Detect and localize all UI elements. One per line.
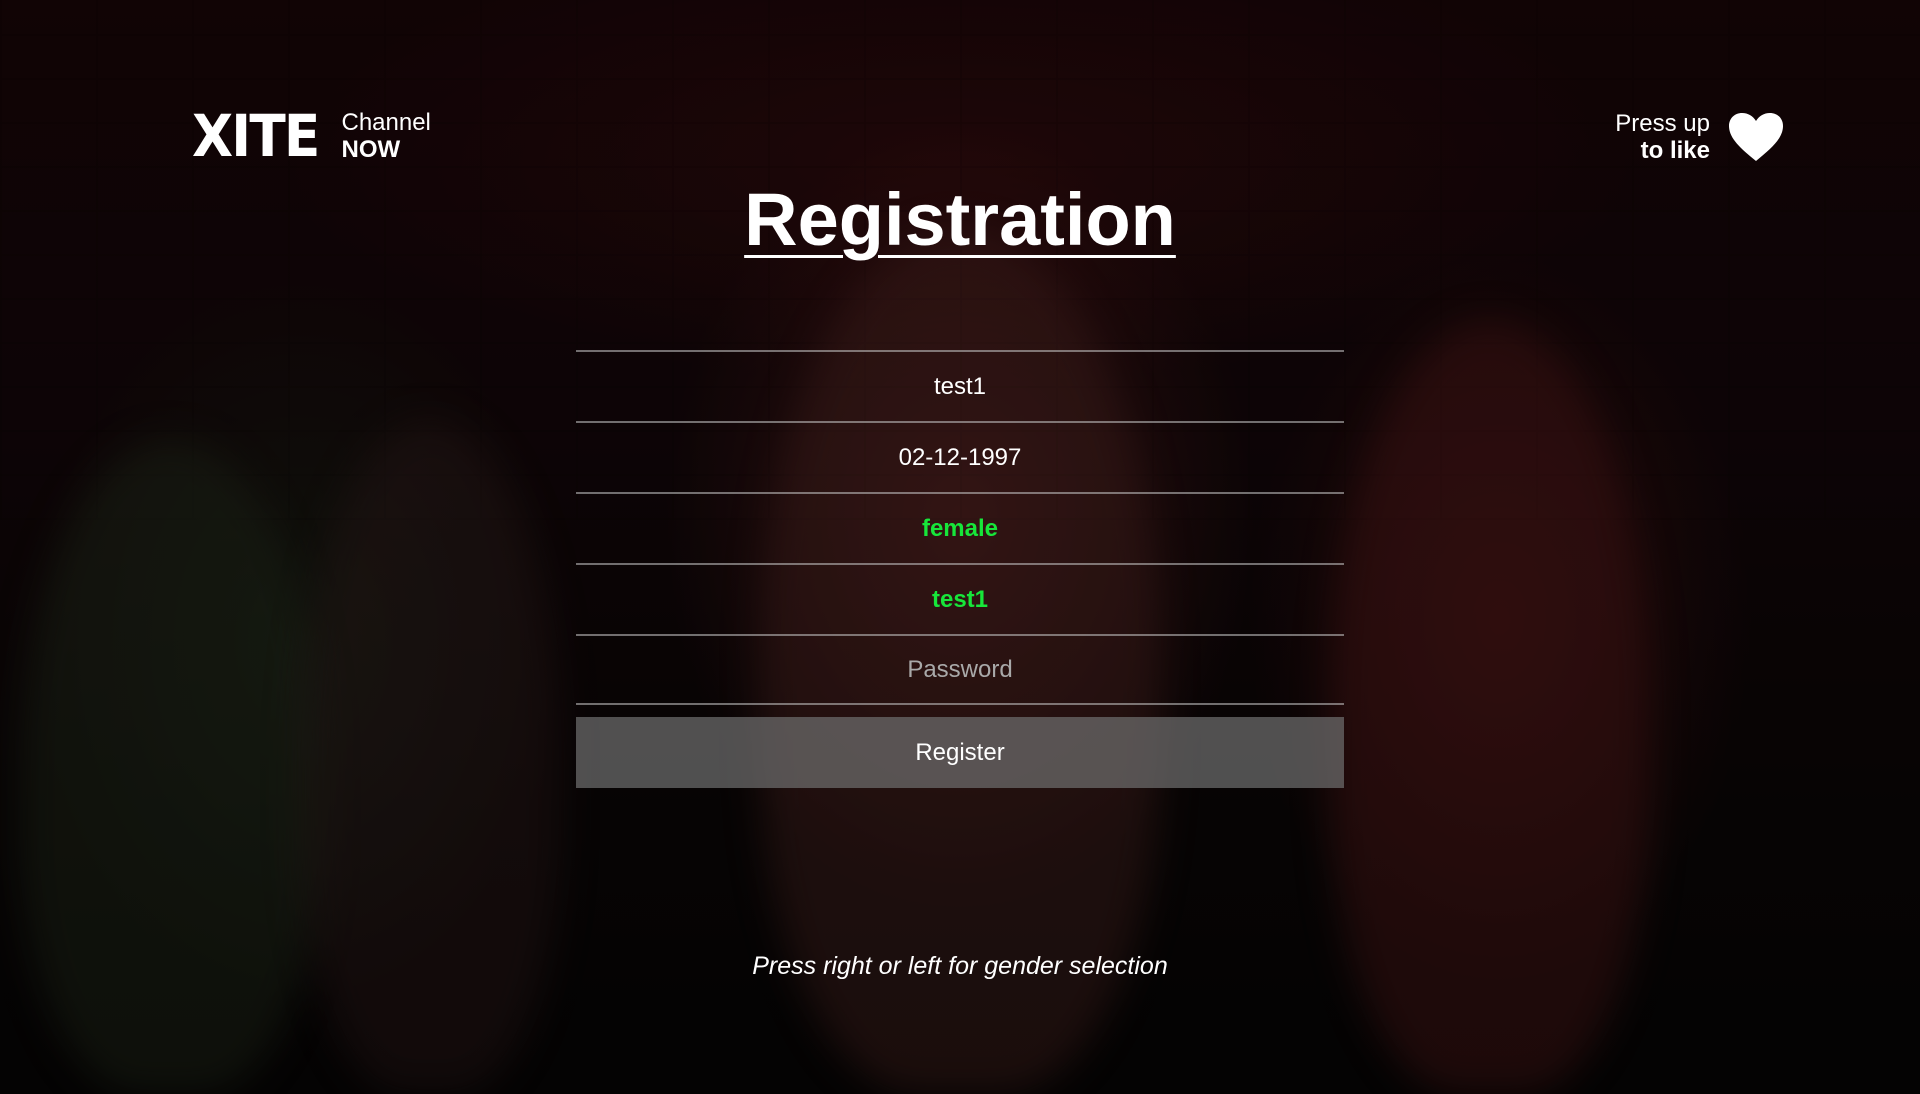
brand-logo: XITE Channel NOW <box>192 106 431 166</box>
gender-selector[interactable]: female <box>576 492 1344 563</box>
heart-icon[interactable] <box>1728 112 1784 162</box>
like-hint-line1: Press up <box>1615 110 1710 137</box>
channel-label: Channel <box>341 109 431 136</box>
like-hint-text: Press up to like <box>1615 110 1710 164</box>
gender-selection-hint: Press right or left for gender selection <box>752 952 1168 980</box>
password-field[interactable]: Password <box>576 634 1344 705</box>
page-title: Registration <box>744 178 1176 261</box>
birthdate-field[interactable]: 02-12-1997 <box>576 421 1344 492</box>
register-button[interactable]: Register <box>576 717 1344 788</box>
like-hint: Press up to like <box>1615 110 1784 164</box>
app-screen: XITE Channel NOW Press up to like Regist… <box>0 0 1920 1094</box>
registration-form: test1 02-12-1997 female test1 Password R… <box>576 350 1344 788</box>
username-field[interactable]: test1 <box>576 350 1344 421</box>
channel-name: NOW <box>341 136 401 163</box>
country-field[interactable]: test1 <box>576 563 1344 634</box>
xite-logo-mark: XITE <box>192 102 320 170</box>
like-hint-line2: to like <box>1640 137 1710 164</box>
channel-label-group: Channel NOW <box>341 109 430 163</box>
